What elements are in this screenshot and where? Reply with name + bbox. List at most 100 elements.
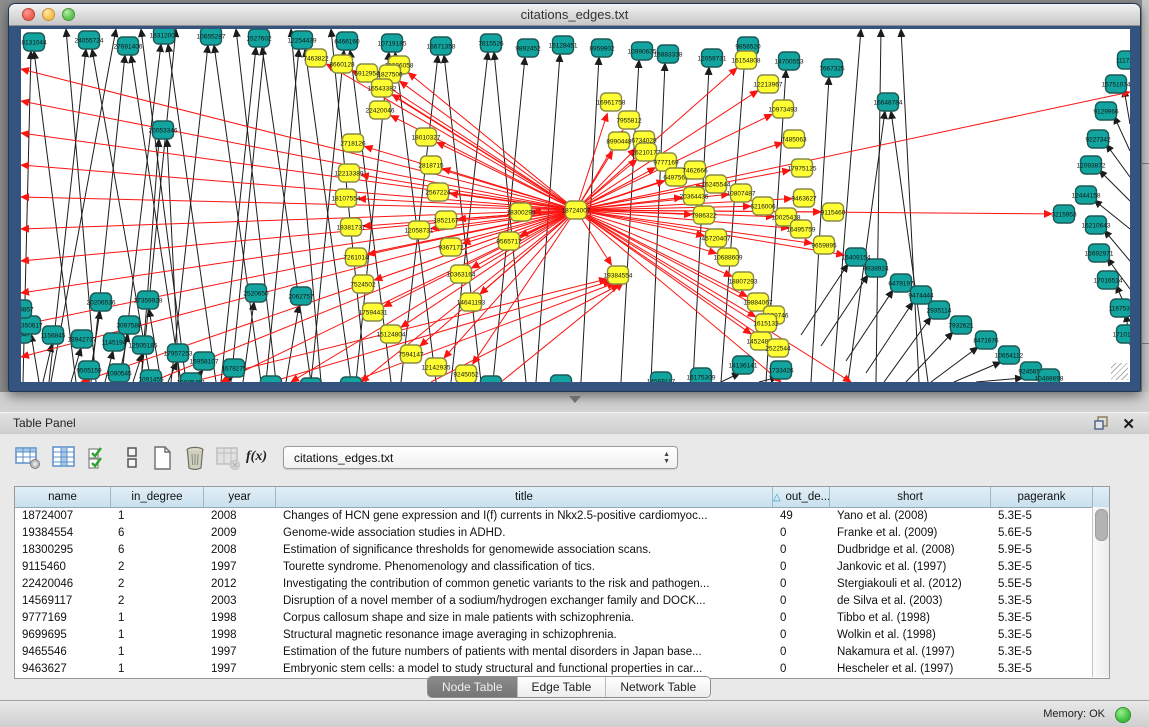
column-header-short[interactable]: short (830, 487, 991, 507)
graph-node-label: 17975125 (788, 166, 817, 173)
table-cell: 18300295 (15, 542, 111, 559)
graph-node-label: 10719185 (378, 41, 407, 48)
table-row[interactable]: 1938455462009Genome-wide association stu… (15, 525, 1109, 542)
table-cell: 6 (111, 525, 204, 542)
table-cell: 49 (773, 508, 830, 525)
graph-node-label: 14700553 (775, 59, 804, 66)
table-cell: 5.3E-5 (991, 508, 1093, 525)
graph-node[interactable] (481, 376, 502, 382)
table-row[interactable]: 911546021997Tourette syndrome. Phenomeno… (15, 559, 1109, 576)
table-cell: 9777169 (15, 610, 111, 627)
graph-node-label: 18724007 (562, 208, 591, 215)
graph-node-label: 27691406 (114, 44, 143, 51)
graph-node-label: 10905451 (177, 380, 206, 383)
graph-node-label: 16671358 (427, 44, 456, 51)
table-row[interactable]: 977716911998Corpus callosum shape and si… (15, 610, 1109, 627)
graph-node-label: 17359928 (134, 298, 163, 305)
column-header-out_de[interactable]: △ out_de... (773, 487, 830, 507)
graph-node-label: 14569117 (647, 379, 676, 383)
graph-node-label: 10363164 (447, 272, 476, 279)
graph-node-label: 19384554 (604, 273, 633, 280)
table-cell: 0 (773, 525, 830, 542)
table-cell: Franke et al. (2009) (830, 525, 991, 542)
window-titlebar[interactable]: citations_edges.txt (9, 4, 1140, 26)
graph-node-label: 2718126 (340, 141, 366, 148)
graph-node[interactable] (261, 376, 282, 382)
table-row[interactable]: 969969511998Structural magnetic resonanc… (15, 627, 1109, 644)
split-pane-grabber[interactable] (569, 396, 581, 403)
table-row[interactable]: 1830029562008Estimation of significance … (15, 542, 1109, 559)
delete-table-icon[interactable] (214, 444, 242, 472)
graph-node-label: 17016514 (1094, 278, 1123, 285)
graph-node-label: 1156845 (41, 333, 66, 340)
table-cell: 6 (111, 542, 204, 559)
graph-node[interactable] (301, 378, 322, 382)
table-row[interactable]: 1872400712008Changes of HCN gene express… (15, 508, 1109, 525)
row-height-icon[interactable] (118, 444, 146, 472)
graph-node-label: 2522544 (765, 346, 791, 353)
table-cell: 1 (111, 610, 204, 627)
graph-node-label: 18300295 (507, 210, 536, 217)
scrollbar-thumb[interactable] (1095, 509, 1108, 541)
table-cell: 5.3E-5 (991, 644, 1093, 661)
graph-node-label: 14641193 (457, 300, 486, 307)
table-selector-value: citations_edges.txt (294, 451, 393, 465)
memory-status-label: Memory: OK (1043, 708, 1105, 720)
graph-node-label: 3097588 (116, 323, 142, 330)
graph-node-label: 18010327 (412, 135, 441, 142)
window-resize-grip[interactable] (1111, 363, 1128, 380)
graph-node-label: 10655287 (197, 34, 226, 41)
table-cell: 19384554 (15, 525, 111, 542)
new-column-icon[interactable] (148, 444, 176, 472)
delete-column-icon[interactable] (181, 444, 209, 472)
table-cell: 5.3E-5 (991, 627, 1093, 644)
graph-node-label: 12444158 (1072, 193, 1101, 200)
sort-ascending-icon: △ (773, 492, 783, 503)
tab-network-table[interactable]: Network Table (606, 677, 710, 697)
graph-node-label: 8660128 (329, 62, 355, 69)
graph-node-label: 10488698 (1035, 376, 1064, 383)
table-cell: Genome-wide association studies in ADHD. (276, 525, 773, 542)
graph-node-label: 2520650 (243, 291, 269, 298)
table-row[interactable]: 2242004622012Investigating the contribut… (15, 576, 1109, 593)
graph-node-label: 20053346 (149, 128, 178, 135)
graph-node-label: 6466160 (334, 39, 360, 46)
table-cell: 1997 (204, 559, 276, 576)
table-cell: 9465546 (15, 644, 111, 661)
table-mode-icon[interactable] (14, 444, 42, 472)
table-cell: 2003 (204, 593, 276, 610)
graph-node-label: 16245544 (702, 182, 731, 189)
graph-node-label: 8990448 (606, 139, 632, 146)
table-selector-dropdown[interactable]: citations_edges.txt ▲▼ (283, 446, 678, 469)
graph-node-label: 16543382 (368, 86, 397, 93)
table-row[interactable]: 1456911722003Disruption of a novel membe… (15, 593, 1109, 610)
table-cell: 2012 (204, 576, 276, 593)
graph-node-label: 9699695 (548, 382, 574, 383)
table-cell: 1997 (204, 644, 276, 661)
selection-mode-icon[interactable] (85, 444, 113, 472)
graph-node-label: 9245052 (453, 372, 479, 379)
show-columns-icon[interactable] (50, 444, 78, 472)
table-row[interactable]: 946554611997Estimation of the future num… (15, 644, 1109, 661)
column-header-year[interactable]: year (204, 487, 276, 507)
function-builder-icon[interactable]: f(x) (246, 444, 274, 472)
graph-node-label: 1145194 (102, 340, 127, 347)
tab-node-table[interactable]: Node Table (428, 677, 518, 697)
graph-node-label: 16961758 (597, 100, 626, 107)
close-panel-icon[interactable]: ✕ (1122, 415, 1135, 433)
table-cell: 0 (773, 559, 830, 576)
table-cell: Wolkin et al. (1998) (830, 627, 991, 644)
graph-node[interactable] (341, 377, 362, 382)
column-header-in_degree[interactable]: in_degree (111, 487, 204, 507)
table-cell: 9115460 (15, 559, 111, 576)
float-panel-icon[interactable] (1094, 416, 1109, 431)
tab-edge-table[interactable]: Edge Table (518, 677, 607, 697)
column-header-pagerank[interactable]: pagerank (991, 487, 1093, 507)
network-canvas[interactable]: 8131044240557242769140616312004106552871… (21, 29, 1130, 382)
table-cell: 2008 (204, 542, 276, 559)
column-header-name[interactable]: name (15, 487, 111, 507)
graph-node-label: 16312004 (150, 33, 179, 40)
column-header-title[interactable]: title (276, 487, 773, 507)
table-panel-body: f(x) citations_edges.txt ▲▼ namein_degre… (0, 434, 1149, 700)
vertical-scrollbar[interactable] (1092, 507, 1109, 677)
